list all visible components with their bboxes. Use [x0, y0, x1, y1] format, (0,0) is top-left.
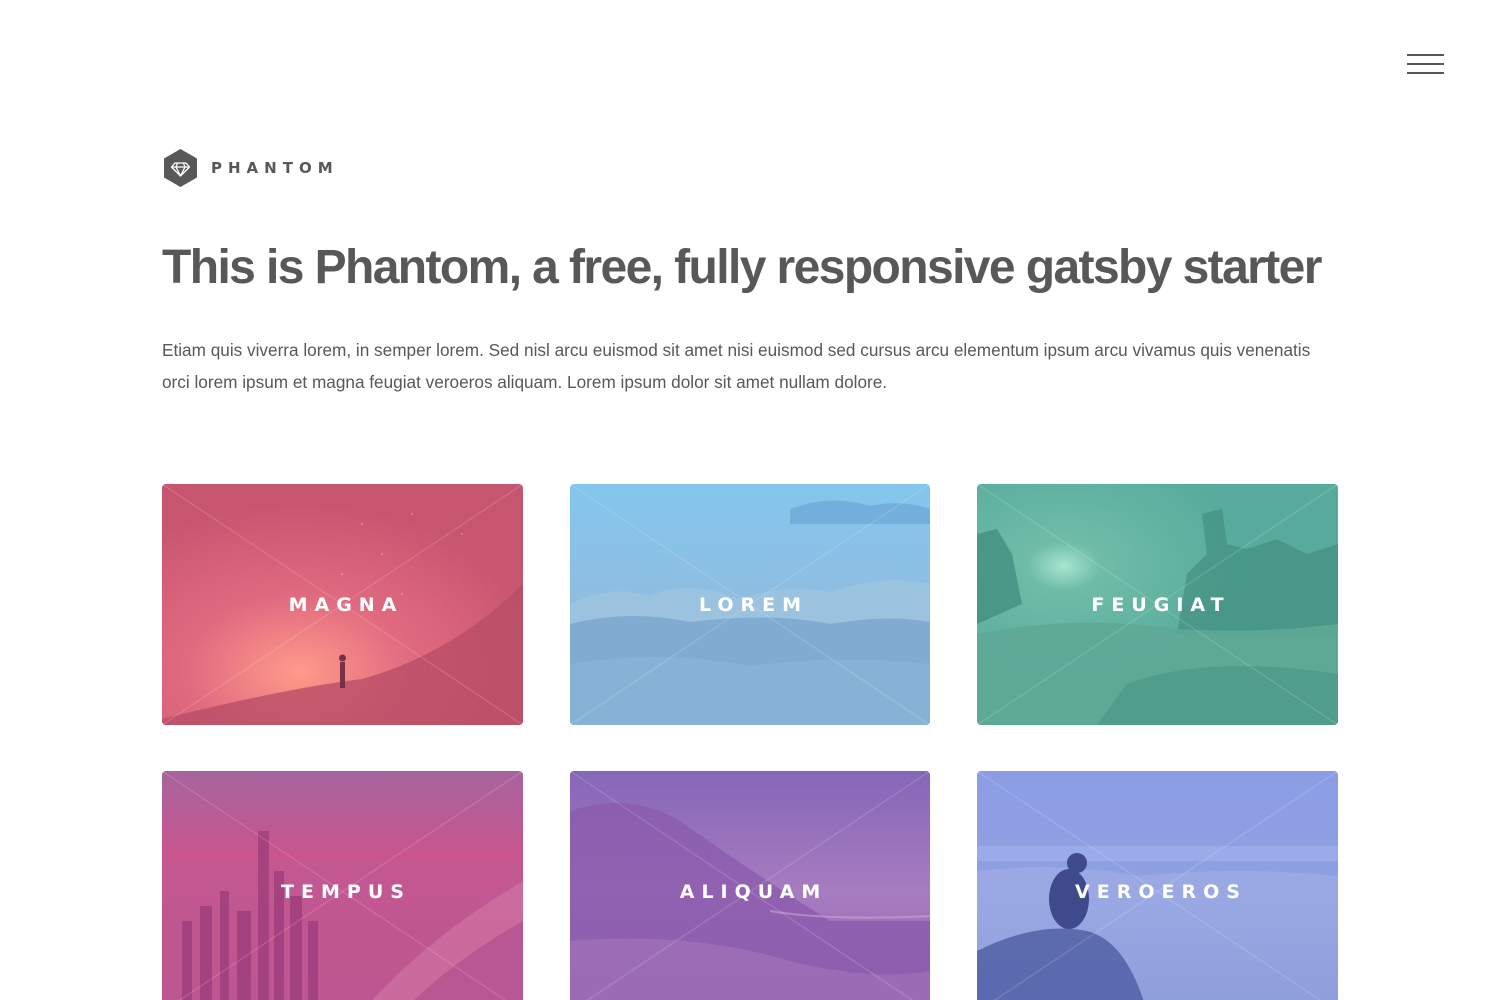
- tile-lorem[interactable]: LOREM: [570, 484, 930, 725]
- tile-label: ALIQUAM: [679, 880, 828, 903]
- diamond-hexagon-icon: [164, 149, 197, 187]
- tile-label: TEMPUS: [281, 880, 411, 903]
- tile-label: FEUGIAT: [1091, 593, 1231, 616]
- page-title: This is Phantom, a free, fully responsiv…: [162, 241, 1322, 294]
- tile-magna[interactable]: MAGNA: [162, 484, 523, 725]
- menu-line: [1407, 72, 1444, 74]
- tile-label: MAGNA: [288, 593, 404, 616]
- intro-paragraph: Etiam quis viverra lorem, in semper lore…: [162, 340, 1311, 392]
- tile-feugiat[interactable]: FEUGIAT: [977, 484, 1338, 725]
- logo-link[interactable]: PHANTOM: [162, 148, 339, 188]
- tile-veroeros[interactable]: VEROEROS: [977, 771, 1338, 1000]
- tile-label: VEROEROS: [1075, 880, 1247, 903]
- tile-aliquam[interactable]: ALIQUAM: [570, 771, 930, 1000]
- menu-line: [1407, 63, 1444, 65]
- menu-line: [1407, 54, 1444, 56]
- hamburger-menu-icon[interactable]: [1404, 52, 1446, 80]
- tile-tempus[interactable]: TEMPUS: [162, 771, 523, 1000]
- brand-name: PHANTOM: [211, 159, 339, 177]
- tile-label: LOREM: [698, 593, 809, 616]
- page: PHANTOM This is Phantom, a free, fully r…: [0, 0, 1500, 1000]
